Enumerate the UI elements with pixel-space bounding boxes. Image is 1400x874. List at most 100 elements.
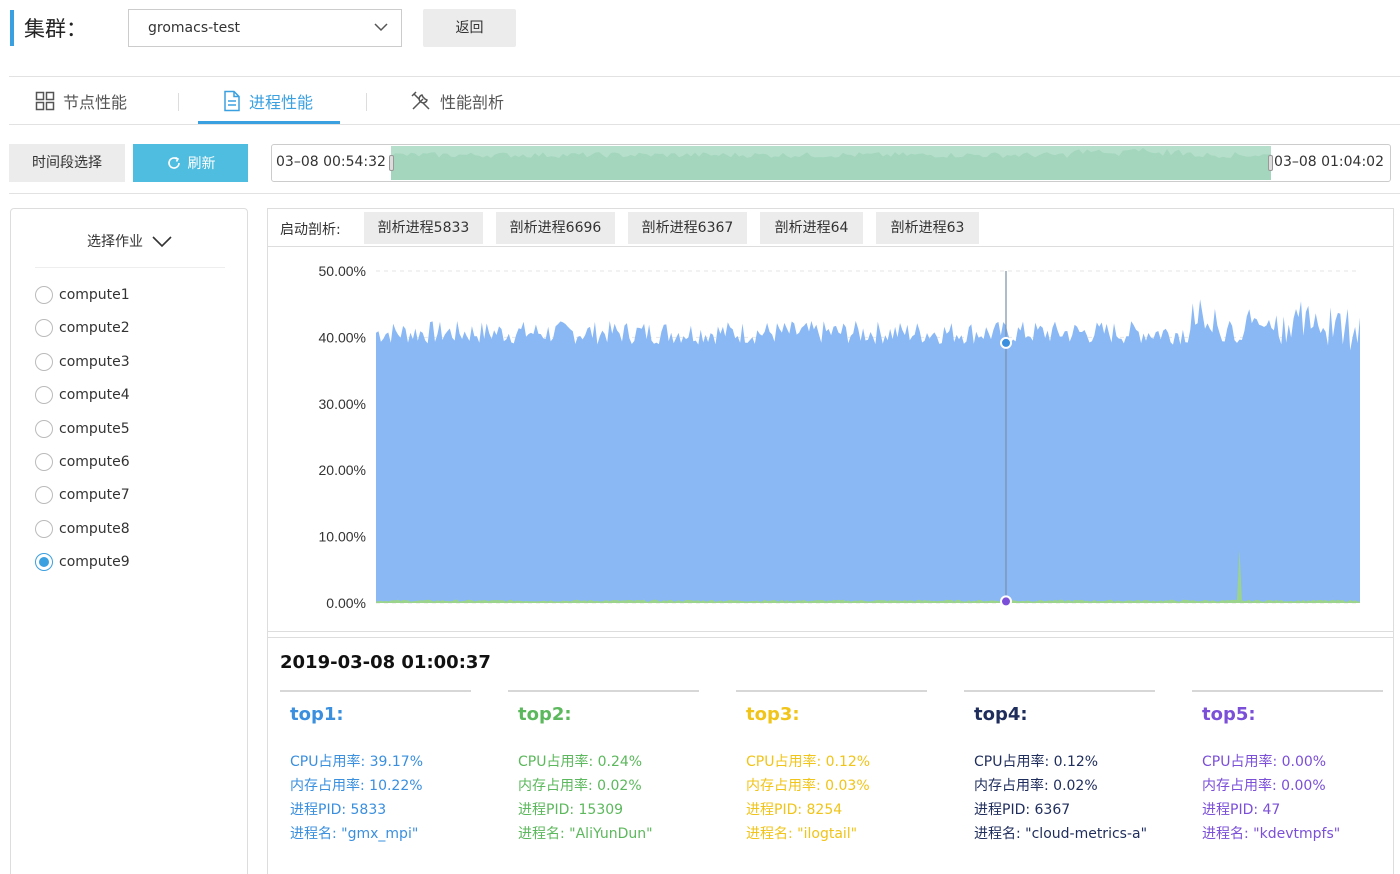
job-radio-compute9[interactable]: compute9 bbox=[35, 552, 130, 572]
time-range-slider[interactable]: 03–08 00:54:32 03–08 01:04:02 bbox=[271, 144, 1391, 182]
tab-process-performance[interactable]: 进程性能 bbox=[223, 77, 313, 125]
job-radio-compute3[interactable]: compute3 bbox=[35, 352, 130, 372]
card-divider bbox=[280, 690, 471, 692]
chart-svg: 0.00% 10.00% 20.00% 30.00% 40.00% 50.00% bbox=[319, 263, 1360, 611]
job-label: compute9 bbox=[59, 554, 130, 571]
range-sparkline bbox=[391, 148, 1271, 180]
y-tick-label: 50.00% bbox=[319, 263, 366, 279]
profile-process-button[interactable]: 剖析进程64 bbox=[760, 212, 863, 244]
y-tick-label: 40.00% bbox=[319, 329, 366, 345]
document-icon bbox=[224, 90, 240, 112]
top-rank-label: top1: bbox=[290, 704, 344, 725]
radio-button[interactable] bbox=[35, 553, 53, 572]
tab-profiling[interactable]: 性能剖析 bbox=[410, 77, 504, 125]
cluster-select[interactable]: gromacs-test bbox=[128, 9, 402, 47]
y-tick-label: 20.00% bbox=[319, 462, 366, 478]
memory-usage: 内存占用率: 0.02% bbox=[974, 778, 1098, 794]
title-accent-bar bbox=[10, 10, 14, 46]
time-range-button[interactable]: 时间段选择 bbox=[9, 144, 125, 182]
y-tick-label: 30.00% bbox=[319, 396, 366, 412]
radio-button[interactable] bbox=[35, 519, 53, 538]
range-start-label: 03–08 00:54:32 bbox=[276, 154, 386, 170]
radio-button[interactable] bbox=[35, 352, 53, 371]
radio-button[interactable] bbox=[35, 453, 53, 471]
job-radio-compute8[interactable]: compute8 bbox=[35, 519, 130, 539]
process-name: 进程名: "kdevtmpfs" bbox=[1202, 826, 1341, 842]
cursor-point-top1 bbox=[1000, 336, 1012, 349]
radio-button[interactable] bbox=[35, 319, 53, 338]
tab-node-performance[interactable]: 节点性能 bbox=[35, 77, 127, 125]
job-radio-compute2[interactable]: compute2 bbox=[35, 318, 130, 338]
process-info: CPU占用率: 39.17% 内存占用率: 10.22% 进程PID: 5833 进程… bbox=[290, 750, 471, 846]
job-radio-compute6[interactable]: compute6 bbox=[35, 452, 130, 472]
divider bbox=[268, 631, 1393, 632]
tab-label: 进程性能 bbox=[249, 93, 314, 112]
refresh-icon bbox=[167, 156, 180, 169]
cursor-point-top2 bbox=[1000, 595, 1012, 608]
job-label: compute3 bbox=[59, 353, 130, 370]
top-process-card: top4: CPU占用率: 0.12% 内存占用率: 0.02% 进程PID: 636… bbox=[964, 690, 1155, 846]
job-select-dropdown[interactable]: 选择作业 bbox=[11, 231, 249, 251]
radio-button[interactable] bbox=[35, 286, 53, 304]
profiling-toolbar: 启动剖析: 剖析进程5833 剖析进程6696 剖析进程6367 剖析进程64 … bbox=[268, 209, 1393, 247]
divider bbox=[35, 267, 225, 268]
process-info: CPU占用率: 0.12% 内存占用率: 0.02% 进程PID: 6367 进程名:… bbox=[974, 750, 1155, 846]
y-tick-label: 10.00% bbox=[319, 529, 366, 545]
job-label: compute8 bbox=[59, 520, 130, 537]
process-pid: 进程PID: 15309 bbox=[518, 802, 624, 818]
divider bbox=[9, 124, 1400, 125]
cpu-usage: CPU占用率: 39.17% bbox=[290, 754, 424, 770]
radio-button[interactable] bbox=[35, 386, 53, 405]
job-label: compute4 bbox=[59, 387, 130, 404]
process-name: 进程名: "cloud-metrics-a" bbox=[974, 826, 1148, 842]
job-label: compute5 bbox=[59, 420, 130, 437]
card-divider bbox=[736, 690, 927, 692]
profile-process-button[interactable]: 剖析进程6367 bbox=[628, 212, 747, 244]
chevron-down-icon bbox=[152, 236, 172, 248]
radio-button[interactable] bbox=[35, 486, 53, 505]
job-radio-compute7[interactable]: compute7 bbox=[35, 485, 130, 505]
process-pid: 进程PID: 5833 bbox=[290, 802, 387, 818]
tab-label: 性能剖析 bbox=[440, 93, 505, 112]
memory-usage: 内存占用率: 0.02% bbox=[518, 778, 642, 794]
profile-process-button[interactable]: 剖析进程5833 bbox=[364, 212, 483, 244]
range-selection[interactable] bbox=[391, 146, 1271, 180]
header: 集群： gromacs-test 返回 bbox=[0, 0, 1400, 58]
chevron-down-icon bbox=[374, 23, 388, 32]
cpu-usage: CPU占用率: 0.24% bbox=[518, 754, 643, 770]
process-info: CPU占用率: 0.00% 内存占用率: 0.00% 进程PID: 47 进程名: "… bbox=[1202, 750, 1383, 846]
job-radio-compute5[interactable]: compute5 bbox=[35, 419, 130, 439]
job-radio-compute4[interactable]: compute4 bbox=[35, 385, 130, 405]
process-performance-panel: 启动剖析: 剖析进程5833 剖析进程6696 剖析进程6367 剖析进程64 … bbox=[267, 208, 1394, 874]
job-radio-compute1[interactable]: compute1 bbox=[35, 285, 130, 305]
job-label: compute2 bbox=[59, 320, 130, 337]
tab-separator bbox=[366, 93, 367, 111]
profile-process-button[interactable]: 剖析进程6696 bbox=[496, 212, 615, 244]
range-end-handle[interactable] bbox=[1268, 155, 1273, 171]
cluster-select-value: gromacs-test bbox=[148, 20, 241, 36]
refresh-button[interactable]: 刷新 bbox=[133, 144, 248, 182]
radio-button[interactable] bbox=[35, 419, 53, 438]
job-selector-panel: 选择作业 compute1 compute2 compute3 compute4 com… bbox=[10, 208, 248, 874]
process-info: CPU占用率: 0.24% 内存占用率: 0.02% 进程PID: 15309 进程名… bbox=[518, 750, 699, 846]
divider bbox=[268, 637, 1393, 638]
process-pid: 进程PID: 47 bbox=[1202, 802, 1281, 818]
back-button[interactable]: 返回 bbox=[423, 9, 516, 47]
top-process-card: top5: CPU占用率: 0.00% 内存占用率: 0.00% 进程PID: 47 进… bbox=[1192, 690, 1383, 846]
job-label: compute7 bbox=[59, 487, 130, 504]
series-area-top1 bbox=[376, 299, 1360, 603]
detail-timestamp: 2019-03-08 01:00:37 bbox=[280, 652, 491, 673]
top-process-card: top3: CPU占用率: 0.12% 内存占用率: 0.03% 进程PID: 825… bbox=[736, 690, 927, 846]
tab-separator bbox=[178, 93, 179, 111]
card-divider bbox=[1192, 690, 1383, 692]
cpu-usage-chart[interactable]: 0.00% 10.00% 20.00% 30.00% 40.00% 50.00% bbox=[268, 249, 1393, 634]
top-rank-label: top5: bbox=[1202, 704, 1256, 725]
profile-process-button[interactable]: 剖析进程63 bbox=[876, 212, 979, 244]
range-start-handle[interactable] bbox=[389, 155, 394, 171]
process-pid: 进程PID: 8254 bbox=[746, 802, 843, 818]
memory-usage: 内存占用率: 0.03% bbox=[746, 778, 870, 794]
cpu-usage: CPU占用率: 0.00% bbox=[1202, 754, 1327, 770]
memory-usage: 内存占用率: 10.22% bbox=[290, 778, 423, 794]
top-rank-label: top3: bbox=[746, 704, 800, 725]
card-divider bbox=[508, 690, 699, 692]
